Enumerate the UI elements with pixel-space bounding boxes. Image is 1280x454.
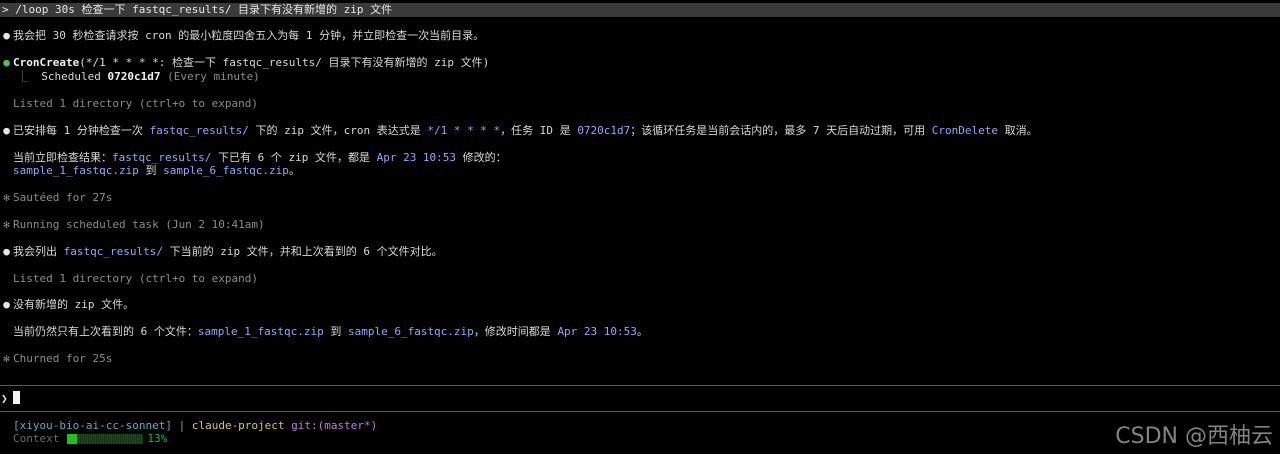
text: ；该循环任务是当前会话内的，最多 7 天后自动过期，可用 [630,124,932,137]
asterisk-icon: ✻ [3,352,10,365]
assistant-message-5: ● 没有新增的 zip 文件。 [0,298,134,312]
text: ，修改时间都是 [473,325,558,338]
text: 到 [323,325,348,338]
timing-text: Sautéed for 27s [13,191,113,204]
path-code: fastqc_results/ [149,124,249,137]
terminal-window: > /loop 30s 检查一下 fastqc_results/ 目录下有没有新… [0,0,1280,454]
command-echo-bar: > /loop 30s 检查一下 fastqc_results/ 目录下有没有新… [0,3,1280,17]
text: 当前立即检查结果： [13,151,112,164]
text: 已安排每 1 分钟检查一次 [13,124,150,137]
tool-name: CronCreate [13,56,80,69]
assistant-message-2: ● 已安排每 1 分钟检查一次 fastqc_results/ 下的 zip 文件… [0,124,1038,138]
scheduled-label: Scheduled [41,70,101,83]
cron-code: */1 * * * * [427,124,501,137]
bullet-icon: ● [3,245,10,258]
bullet-icon: ● [3,29,10,42]
asterisk-icon: ✻ [3,218,10,231]
file-code: sample_1_fastqc.zip [197,325,324,338]
task-id-code: 0720c1d7 [577,124,631,137]
status-env: [xiyou-bio-ai-cc-sonnet] [13,419,172,432]
status-line: [xiyou-bio-ai-cc-sonnet] | claude-projec… [13,419,377,433]
text: 取消。 [998,124,1038,137]
bullet-icon: ● [3,124,10,137]
timing-text: Churned for 25s [13,352,113,365]
tool-call-croncreate: ● CronCreate(*/1 * * * *: 检查一下 fastqc_res… [0,56,489,70]
text: 修改的： [456,151,507,164]
assistant-message-6: 当前仍然只有上次看到的 6 个文件：sample_1_fastqc.zip 到 … [0,325,648,339]
context-usage: Context 13% [13,432,167,446]
running-scheduled-task: ✻ Running scheduled task (Jun 2 10:41am) [0,218,265,232]
file-code: sample_6_fastqc.zip [163,164,289,177]
file-code: sample_6_fastqc.zip [347,325,474,338]
input-bottom-divider [0,411,1280,412]
scheduled-id: 0720c1d7 [107,70,161,83]
asterisk-icon: ✻ [3,191,10,204]
timing-sauteed: ✻ Sautéed for 27s [0,191,112,205]
status-git-branch: (master*) [317,419,378,432]
bullet-icon: ● [3,298,10,311]
date-code: Apr 23 10:53 [557,325,637,338]
context-label: Context [13,432,60,445]
text-cursor [12,391,20,404]
text: 我会列出 [13,245,64,258]
assistant-message-3-line-1: 当前立即检查结果：fastqc_results/ 下已有 6 个 zip 文件，… [0,151,507,165]
text: 。 [288,164,300,177]
context-percent: 13% [147,432,168,445]
tool-result-scheduled: ⎿ Scheduled 0720c1d7 (Every minute) [0,70,260,84]
scheduled-note: (Every minute) [167,70,260,83]
timing-churned: ✻ Churned for 25s [0,352,112,366]
message-text: 我会把 30 秒检查请求按 cron 的最小粒度四舍五入为每 1 分钟，并立即检… [13,29,485,42]
context-bar-fill [67,434,78,444]
text: 下的 zip 文件，cron 表达式是 [248,124,428,137]
assistant-message-4: ● 我会列出 fastqc_results/ 下当前的 zip 文件，并和上次看到… [0,245,443,259]
assistant-message-1: ● 我会把 30 秒检查请求按 cron 的最小粒度四舍五入为每 1 分钟，并立即… [0,29,484,43]
listed-directory-2[interactable]: Listed 1 directory (ctrl+o to expand) [0,272,258,286]
text: 到 [138,164,164,177]
text: 。 [636,325,648,338]
tool-status-icon: ● [3,56,10,69]
context-bar [67,434,144,444]
text: 当前仍然只有上次看到的 6 个文件： [13,325,198,338]
date-code: Apr 23 10:53 [376,151,457,164]
status-separator: | [178,419,186,432]
path-code: fastqc_results/ [63,245,163,258]
command-text: /loop 30s 检查一下 fastqc_results/ 目录下有没有新增的… [15,3,393,16]
tree-branch-icon: ⎿ [17,70,28,83]
text: 下已有 6 个 zip 文件，都是 [211,151,377,164]
crondelete-code: CronDelete [931,124,999,137]
message-text: 没有新增的 zip 文件。 [13,298,135,311]
status-project: claude-project [191,419,285,432]
file-code: sample_1_fastqc.zip [13,164,139,177]
path-code: fastqc_results/ [112,151,212,164]
input-top-divider [0,385,1280,386]
chevron-right-icon: ❯ [1,392,8,405]
assistant-message-3-line-2: sample_1_fastqc.zip 到 sample_6_fastqc.zi… [0,164,300,178]
csdn-watermark: CSDN @西柚云 [1115,424,1273,449]
prompt-input[interactable]: ❯ [0,391,1280,406]
tool-args: (*/1 * * * *: 检查一下 fastqc_results/ 目录下有没… [79,56,490,69]
running-text: Running scheduled task (Jun 2 10:41am) [13,218,265,231]
listed-directory-1[interactable]: Listed 1 directory (ctrl+o to expand) [0,97,258,111]
status-git-label: git: [291,419,318,432]
text: 下当前的 zip 文件，并和上次看到的 6 个文件对比。 [162,245,443,258]
text: ，任务 ID 是 [500,124,578,137]
command-prompt-mark: > [2,3,9,16]
